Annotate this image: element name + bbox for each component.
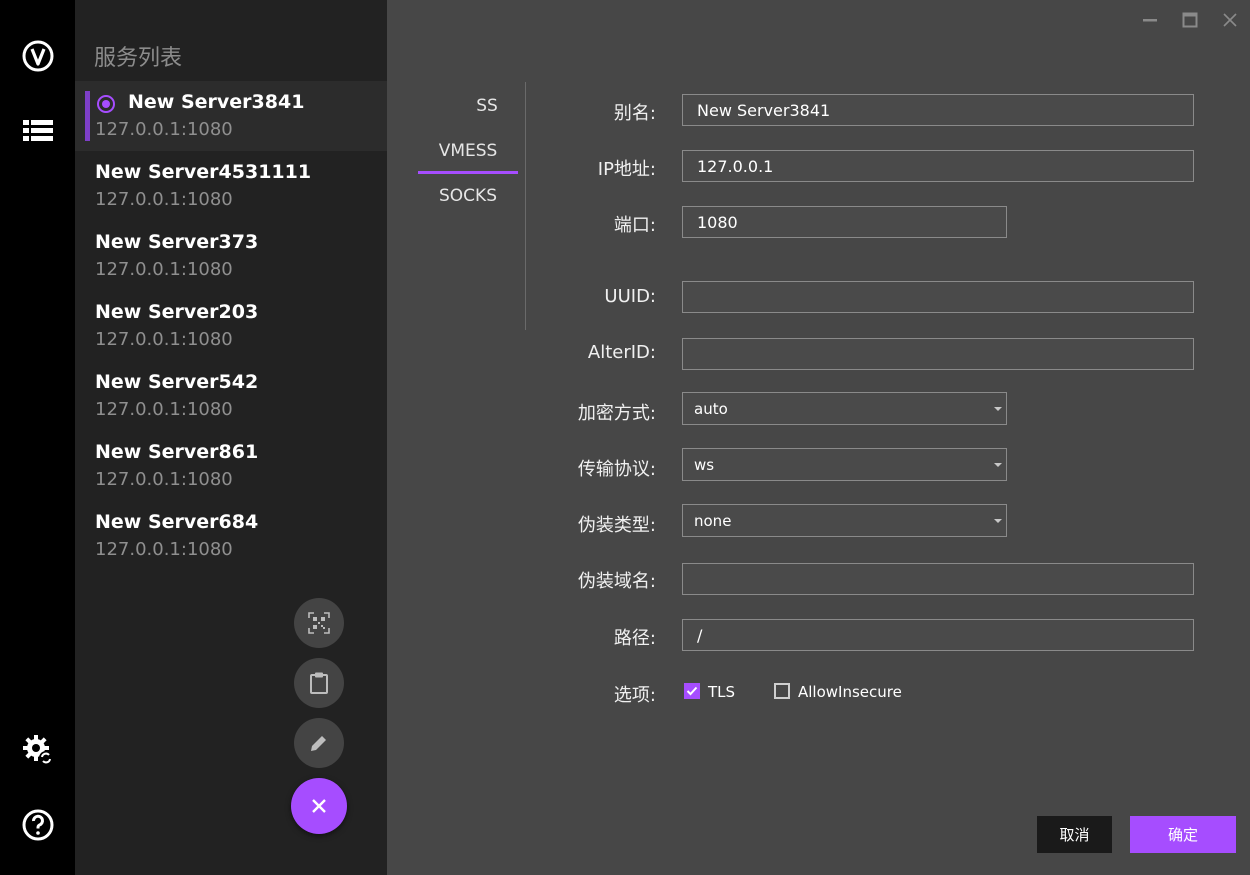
clipboard-icon [310,672,328,694]
server-address: 127.0.0.1:1080 [95,399,233,420]
maximize-icon [1182,12,1198,28]
uuid-label: UUID: [604,286,656,307]
transport-value: ws [694,456,715,474]
server-item[interactable]: New Server373 127.0.0.1:1080 [75,221,387,291]
server-address: 127.0.0.1:1080 [95,329,233,350]
port-field[interactable]: 1080 [682,206,1007,238]
server-name: New Server4531111 [95,161,312,183]
camouflage-type-value: none [694,512,732,530]
port-label: 端口: [613,215,656,236]
chevron-down-icon [994,463,1002,467]
v-logo-icon[interactable] [20,38,56,74]
server-list-panel: 服务列表 New Server3841 127.0.0.1:1080 New S… [75,0,387,875]
alterid-field[interactable] [682,338,1194,370]
encryption-select[interactable]: auto [682,392,1007,425]
minimize-button[interactable] [1138,8,1162,32]
close-icon [1223,13,1237,27]
confirm-button[interactable]: 确定 [1130,816,1236,853]
pencil-icon [311,736,326,751]
server-item[interactable]: New Server4531111 127.0.0.1:1080 [75,151,387,221]
encryption-value: auto [694,400,728,418]
maximize-button[interactable] [1178,8,1202,32]
camouflage-domain-field[interactable] [682,563,1194,595]
nav-rail [0,0,75,875]
ip-field[interactable]: 127.0.0.1 [682,150,1194,182]
server-name: New Server861 [95,441,259,463]
transport-label: 传输协议: [577,459,656,480]
uuid-field[interactable] [682,281,1194,313]
path-label: 路径: [613,628,656,649]
server-address: 127.0.0.1:1080 [95,539,233,560]
server-item[interactable]: New Server684 127.0.0.1:1080 [75,501,387,571]
server-name: New Server373 [95,231,259,253]
settings-sync-icon[interactable] [20,732,56,768]
server-item[interactable]: New Server203 127.0.0.1:1080 [75,291,387,361]
chevron-down-icon [994,519,1002,523]
chevron-down-icon [994,407,1002,411]
list-icon[interactable] [20,113,56,149]
camouflage-type-select[interactable]: none [682,504,1007,537]
options-label: 选项: [613,685,656,706]
camouflage-domain-label: 伪装域名: [577,571,656,592]
allow-insecure-checkbox[interactable] [774,683,790,699]
tls-label: TLS [708,683,736,701]
alias-label: 别名: [613,103,656,124]
close-fab-button[interactable] [291,778,347,834]
camouflage-type-label: 伪装类型: [577,515,656,536]
server-list-title: 服务列表 [94,46,183,71]
minimize-icon [1143,19,1157,22]
transport-select[interactable]: ws [682,448,1007,481]
server-item[interactable]: New Server861 127.0.0.1:1080 [75,431,387,501]
server-address: 127.0.0.1:1080 [95,469,233,490]
close-icon [312,799,326,813]
path-field[interactable]: / [682,619,1194,651]
server-address: 127.0.0.1:1080 [95,189,233,210]
checkmark-icon [686,686,698,696]
help-icon[interactable] [20,807,56,843]
alterid-label: AlterID: [587,342,656,363]
scan-qr-button[interactable] [294,598,344,648]
server-item[interactable]: New Server3841 127.0.0.1:1080 [75,81,387,151]
server-name: New Server203 [95,301,259,323]
server-item[interactable]: New Server542 127.0.0.1:1080 [75,361,387,431]
tls-checkbox[interactable] [684,683,700,699]
server-name: New Server684 [95,511,259,533]
tab-socks[interactable]: SOCKS [418,186,518,206]
server-address: 127.0.0.1:1080 [95,119,233,140]
encryption-label: 加密方式: [577,403,656,424]
alias-field[interactable]: New Server3841 [682,94,1194,126]
close-window-button[interactable] [1218,8,1242,32]
edit-button[interactable] [294,718,344,768]
server-name: New Server542 [95,371,259,393]
ip-label: IP地址: [597,159,656,180]
selected-radio-icon [97,95,115,113]
selection-indicator [85,91,90,141]
allow-insecure-label: AllowInsecure [798,683,902,701]
import-clipboard-button[interactable] [294,658,344,708]
cancel-button[interactable]: 取消 [1037,816,1112,853]
qr-code-icon [308,612,330,634]
server-name: New Server3841 [128,91,305,113]
server-address: 127.0.0.1:1080 [95,259,233,280]
